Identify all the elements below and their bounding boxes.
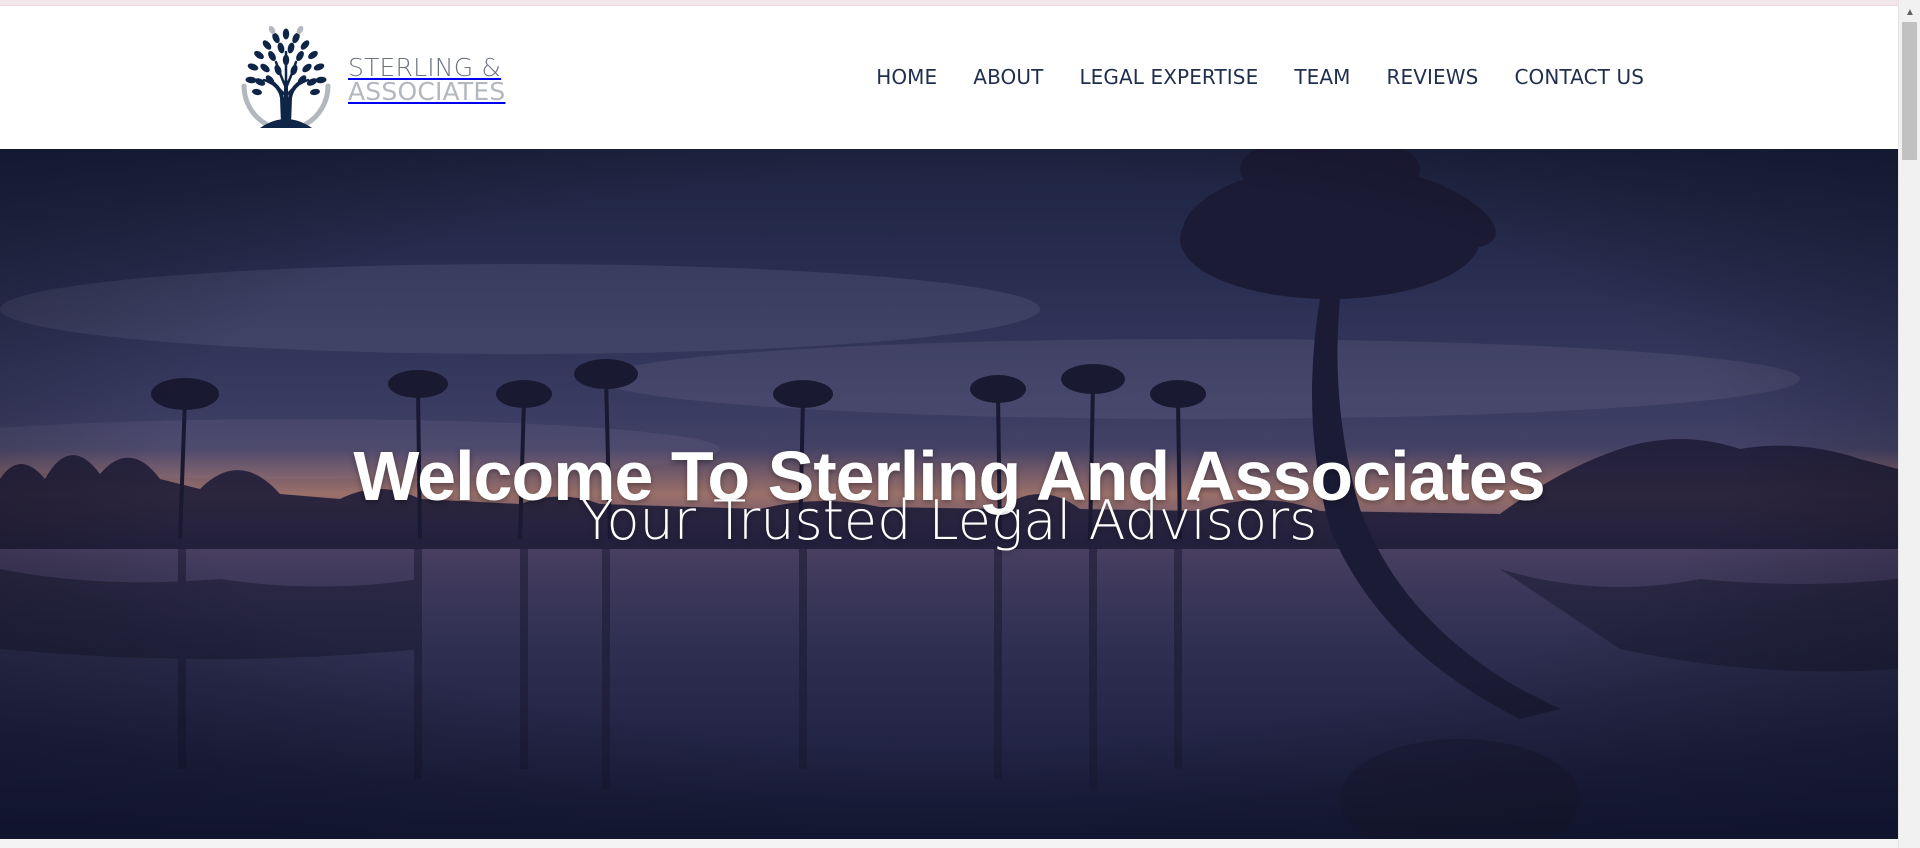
hero-subtitle: Your Trusted Legal Advisors [580, 489, 1318, 552]
scrollbar-thumb[interactable] [1902, 22, 1917, 160]
main-nav: HOME ABOUT LEGAL EXPERTISE TEAM REVIEWS … [858, 65, 1644, 89]
page: STERLING & ASSOCIATES HOME ABOUT LEGAL E… [0, 0, 1920, 848]
tree-icon [241, 25, 331, 128]
site-logo[interactable]: STERLING & ASSOCIATES [236, 24, 506, 134]
chevron-up-icon[interactable]: ▲ [1899, 6, 1920, 20]
nav-contact-us[interactable]: CONTACT US [1496, 65, 1644, 89]
nav-home[interactable]: HOME [858, 65, 955, 89]
logo-line-2: ASSOCIATES [348, 77, 506, 106]
hero-banner: Welcome To Sterling And Associates Your … [0, 149, 1898, 839]
nav-team[interactable]: TEAM [1276, 65, 1368, 89]
page-bottom-edge [0, 839, 1898, 848]
vertical-scrollbar[interactable]: ▲ [1898, 0, 1920, 848]
site-header: STERLING & ASSOCIATES HOME ABOUT LEGAL E… [0, 6, 1898, 149]
nav-legal-expertise[interactable]: LEGAL EXPERTISE [1061, 65, 1276, 89]
logo-wordmark: STERLING & ASSOCIATES [348, 55, 506, 106]
nav-reviews[interactable]: REVIEWS [1369, 65, 1497, 89]
nav-about[interactable]: ABOUT [955, 65, 1061, 89]
